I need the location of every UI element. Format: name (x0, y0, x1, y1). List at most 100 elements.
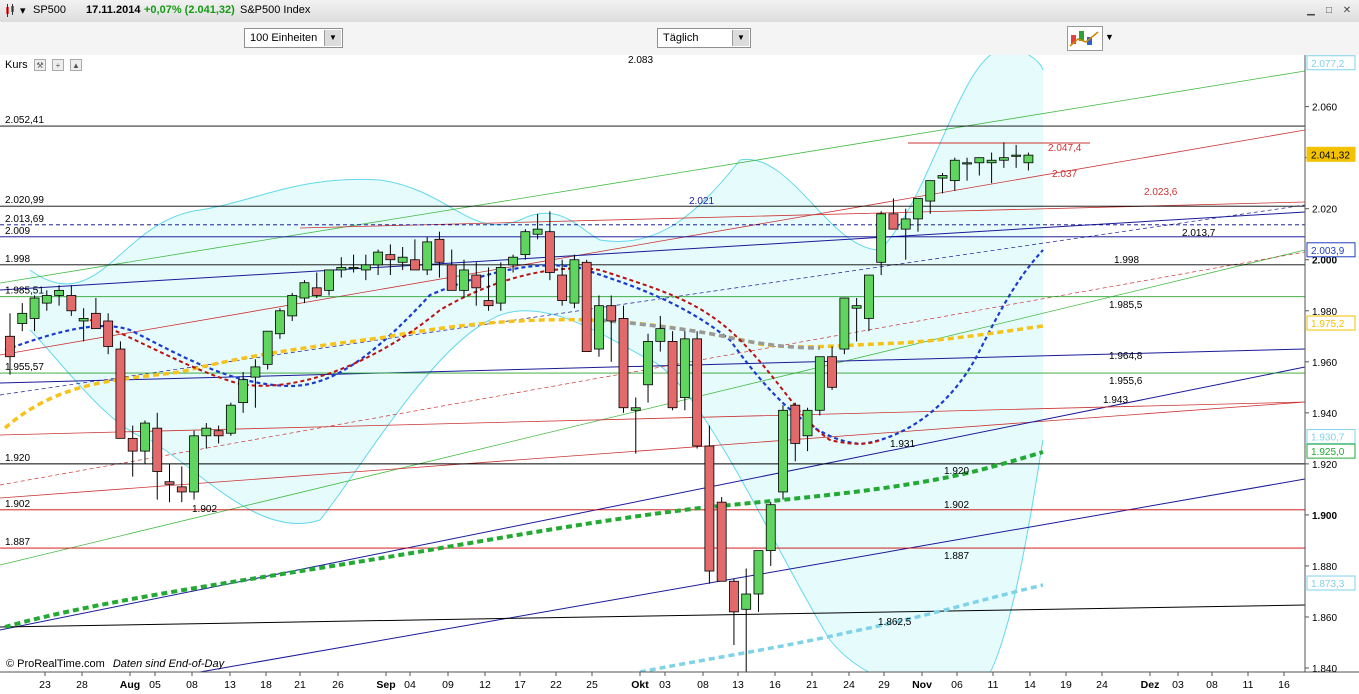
annotation-label: 2.023,6 (1144, 187, 1178, 198)
symbol-label[interactable]: SP500 (33, 4, 66, 16)
candle-body (17, 312, 28, 324)
x-tick-label: 08 (1206, 679, 1218, 691)
close-icon[interactable]: ✕ (1341, 5, 1353, 17)
x-tick-label: 19 (1060, 679, 1072, 691)
candle-body (729, 580, 739, 613)
candle-body (410, 259, 420, 271)
candle-body (508, 256, 518, 266)
indicator-menu-arrow-icon[interactable]: ▼ (1105, 32, 1114, 42)
candle-body (520, 231, 531, 256)
candle-body (250, 366, 261, 378)
price-chart[interactable]: 2.052,41 2.020,99 2.013,692.009 1.998 1.985,… (0, 55, 1359, 694)
candle-body (348, 266, 359, 269)
badge-label: 2.003,9 (1311, 246, 1345, 257)
candle-body (189, 435, 199, 493)
candle-body (103, 320, 114, 347)
candle-body (716, 501, 727, 582)
chevron-down-icon[interactable]: ▼ (732, 30, 749, 46)
y-tick-label: 1.960 (1312, 358, 1337, 369)
indicators-icon (1069, 31, 1099, 47)
annotation-label: 2.021 (689, 196, 714, 207)
y-tick-label: 1.940 (1312, 409, 1337, 420)
badge-label: 1.930,7 (1311, 433, 1345, 444)
x-tick-label: 21 (294, 679, 306, 691)
x-tick-label: 21 (806, 679, 818, 691)
units-select-value: 100 Einheiten (250, 32, 318, 44)
candle-body (864, 274, 874, 319)
panel-add-icon[interactable]: + (52, 59, 64, 71)
price-badge: 2.003,9 (1306, 242, 1356, 258)
x-tick-label: 03 (1172, 679, 1184, 691)
x-tick-label: 08 (186, 679, 198, 691)
candle-body (753, 550, 764, 595)
data-note-text: Daten sind End-of-Day (112, 658, 225, 670)
candle-body (164, 481, 175, 485)
badge-label: 1.873,3 (1311, 579, 1345, 590)
y-tick-label: 1.880 (1312, 562, 1337, 573)
annotation-label: 2.013,7 (1182, 228, 1216, 239)
level-label: 2.013,69 (5, 214, 44, 225)
chevron-down-icon[interactable]: ▼ (324, 30, 341, 46)
annotation-label: 2.047,4 (1048, 143, 1082, 154)
candle (189, 430, 199, 500)
annotation-label: 2.083 (628, 55, 653, 66)
x-tick-label: Sep (376, 679, 395, 691)
change-label: +0,07% (2.041,32) (144, 4, 235, 16)
indicator-settings-button[interactable] (1067, 26, 1103, 51)
symbol-menu-arrow-icon[interactable]: ▾ (20, 4, 26, 17)
candle-body (594, 305, 604, 350)
x-tick-label: 05 (149, 679, 161, 691)
level-label: 1.887 (5, 537, 30, 548)
level-label: 1.902 (5, 499, 30, 510)
x-tick-label: 09 (442, 679, 454, 691)
maximize-icon[interactable]: □ (1323, 5, 1335, 17)
x-tick-label: 29 (878, 679, 890, 691)
badge-label: 2.041,32 (1311, 150, 1350, 161)
x-tick-label: 26 (332, 679, 344, 691)
date-label: 17.11.2014 (86, 4, 141, 16)
x-tick-label: 22 (550, 679, 562, 691)
candle-body (140, 422, 150, 452)
x-tick-label: 17 (514, 679, 526, 691)
candle-body (397, 256, 408, 263)
chart-toolbar: 100 Einheiten ▼ Täglich ▼ ▼ (0, 22, 1359, 56)
candle-body (336, 266, 347, 271)
candle-body (851, 305, 862, 309)
footer-note: © ProRealTime.com Daten sind End-of-Day (6, 658, 224, 670)
annotation-label: 1.902 (944, 500, 969, 511)
x-tick-label: 16 (769, 679, 781, 691)
units-select[interactable]: 100 Einheiten ▼ (244, 28, 343, 48)
period-select[interactable]: Täglich ▼ (657, 28, 751, 48)
wrench-icon[interactable]: ⚒ (34, 59, 46, 71)
badge-label: 2.077,2 (1311, 59, 1345, 70)
candle-body (127, 437, 138, 452)
annotation-label: 1.887 (944, 551, 969, 562)
candle-body (704, 445, 715, 572)
candle-body (569, 259, 580, 304)
candlestick-icon (4, 4, 16, 20)
annotation-label: 1.931 (890, 439, 915, 450)
x-tick-label: 03 (659, 679, 671, 691)
candle-body (90, 312, 101, 330)
level-label: 1.985,51 (5, 286, 44, 297)
candle-body (495, 266, 506, 304)
x-tick-label: 14 (1024, 679, 1036, 691)
x-tick-label: 23 (39, 679, 51, 691)
candle-body (606, 305, 617, 322)
x-tick-label: 11 (988, 679, 999, 691)
level-label: 1.920 (5, 453, 30, 464)
candle-body (446, 264, 457, 291)
candle-body (5, 335, 15, 358)
annotation-label: 1.955,6 (1109, 376, 1143, 387)
candle-body (324, 269, 334, 291)
period-select-value: Täglich (663, 32, 699, 44)
y-tick-label: 2.020 (1312, 205, 1337, 216)
annotation-label: 1.998 (1114, 255, 1139, 266)
candle (569, 254, 580, 309)
panel-up-icon[interactable]: ▲ (70, 59, 82, 71)
minimize-icon[interactable]: ▁ (1305, 5, 1317, 17)
x-tick-label: 24 (1096, 679, 1108, 691)
candle-body (937, 175, 948, 179)
candle-body (385, 254, 396, 261)
price-badge: 2.041,32 (1306, 146, 1356, 162)
